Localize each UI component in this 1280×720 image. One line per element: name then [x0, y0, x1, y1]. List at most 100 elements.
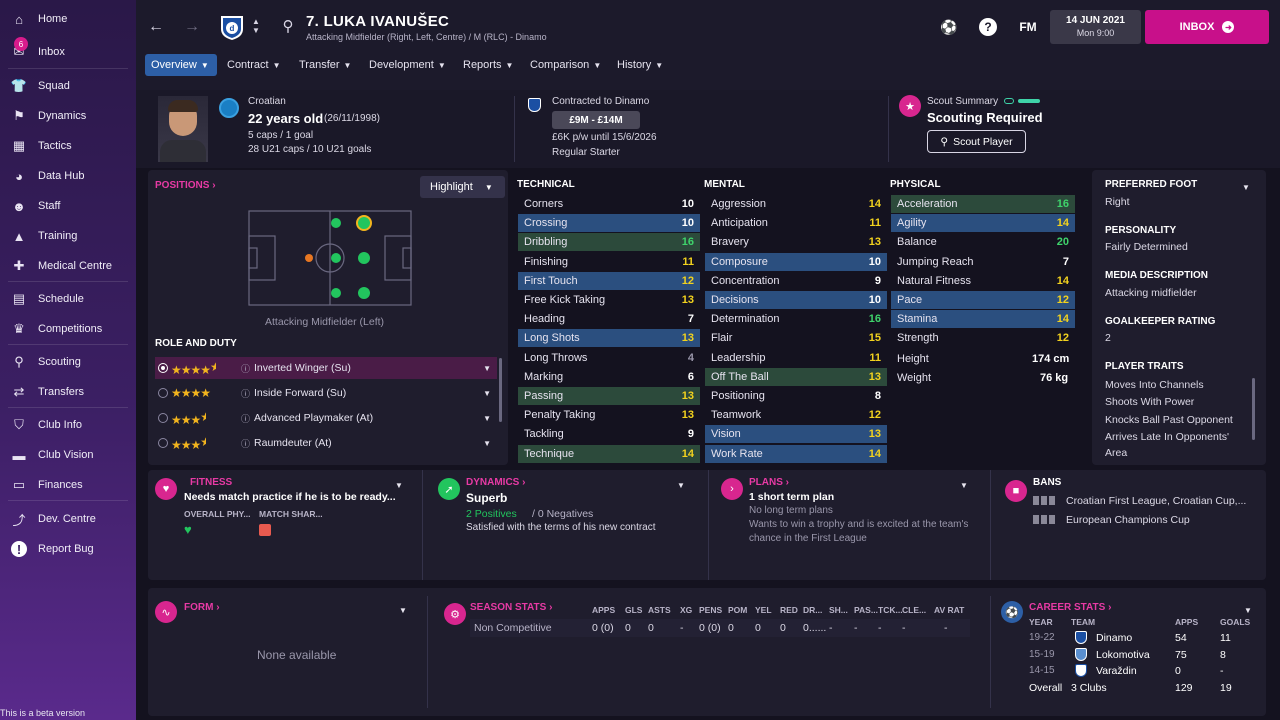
attribute-row[interactable]: Tackling 9	[518, 425, 700, 443]
dynamics-positives[interactable]: 2 Positives	[466, 508, 517, 520]
chevron-down-icon[interactable]: ▼	[483, 364, 491, 373]
sidebar-item-home[interactable]: ⌂ Home	[0, 6, 136, 32]
chevron-down-icon[interactable]: ▼	[1242, 183, 1250, 192]
chevron-down-icon[interactable]: ▼	[960, 481, 968, 490]
sidebar-item-medical-centre[interactable]: ✚ Medical Centre	[0, 253, 136, 279]
attribute-row[interactable]: Vision 13	[705, 425, 887, 444]
attribute-row[interactable]: Off The Ball 13	[705, 367, 887, 386]
sidebar-item-transfers[interactable]: ⇄ Transfers	[0, 379, 136, 405]
chevron-down-icon[interactable]: ▼	[483, 389, 491, 398]
attribute-row[interactable]: Crossing 10	[518, 214, 700, 233]
season-stat-header[interactable]: AV RAT	[934, 605, 964, 615]
highlight-dropdown[interactable]: Highlight ▼	[420, 176, 505, 198]
sidebar-item-dynamics[interactable]: ⚑ Dynamics	[0, 103, 136, 129]
season-stats-title[interactable]: SEASON STATS ›	[470, 602, 552, 613]
tab-development[interactable]: Development ▼	[363, 54, 452, 76]
attribute-row[interactable]: Corners 10	[518, 195, 700, 213]
attribute-row[interactable]: Long Throws 4	[518, 349, 700, 367]
season-stat-header[interactable]: POM	[728, 605, 747, 615]
sidebar-item-scouting[interactable]: ⚲ Scouting	[0, 349, 136, 375]
sidebar-item-inbox[interactable]: ✉ 6 Inbox	[0, 37, 136, 65]
traits-scrollbar[interactable]	[1252, 378, 1255, 440]
attribute-row[interactable]: Composure 10	[705, 252, 887, 271]
tab-transfer[interactable]: Transfer ▼	[293, 54, 357, 76]
attribute-row[interactable]: Long Shots 13	[518, 329, 700, 348]
search-icon[interactable]: ⚲	[279, 17, 297, 35]
dynamics-negatives[interactable]: / 0 Negatives	[532, 508, 593, 520]
sidebar-item-data-hub[interactable]: ◕ Data Hub	[0, 163, 136, 189]
attribute-row[interactable]: Free Kick Taking 13	[518, 291, 700, 309]
back-arrow-icon[interactable]: ←	[148, 18, 164, 36]
roles-scrollbar[interactable]	[499, 358, 502, 422]
attribute-row[interactable]: Technique 14	[518, 444, 700, 463]
attribute-row[interactable]: Teamwork 12	[705, 406, 887, 424]
attribute-row[interactable]: Flair 15	[705, 329, 887, 347]
season-stat-header[interactable]: GLS	[625, 605, 642, 615]
help-icon[interactable]: ?	[979, 18, 997, 36]
forward-arrow-icon[interactable]: →	[184, 18, 200, 36]
attribute-row[interactable]: Work Rate 14	[705, 444, 887, 463]
season-stat-header[interactable]: PENS	[699, 605, 722, 615]
season-stat-header[interactable]: CLE...	[902, 605, 926, 615]
tab-contract[interactable]: Contract ▼	[221, 54, 287, 76]
attribute-row[interactable]: Anticipation 11	[705, 214, 887, 232]
attribute-row[interactable]: Decisions 10	[705, 291, 887, 309]
attribute-row[interactable]: Finishing 11	[518, 253, 700, 271]
attribute-row[interactable]: Jumping Reach 7	[891, 253, 1075, 271]
season-stat-header[interactable]: SH...	[829, 605, 848, 615]
player-switch-chevrons-icon[interactable]: ▲ ▼	[251, 15, 261, 37]
sidebar-item-club-info[interactable]: ⛉ Club Info	[0, 412, 136, 438]
sidebar-item-club-vision[interactable]: ▬ Club Vision	[0, 442, 136, 468]
attribute-row[interactable]: Concentration 9	[705, 272, 887, 290]
sidebar-item-report-bug[interactable]: ! Report Bug	[0, 536, 136, 562]
season-stat-header[interactable]: PAS...	[854, 605, 878, 615]
sidebar-item-tactics[interactable]: ▦ Tactics	[0, 133, 136, 159]
inbox-continue-button[interactable]: INBOX ➜	[1145, 10, 1269, 44]
attribute-row[interactable]: Leadership 11	[705, 349, 887, 367]
chevron-down-icon[interactable]: ▼	[1244, 606, 1252, 615]
attribute-row[interactable]: Determination 16	[705, 310, 887, 328]
attribute-row[interactable]: Marking 6	[518, 368, 700, 386]
tab-reports[interactable]: Reports ▼	[457, 54, 519, 76]
career-team[interactable]: Lokomotiva	[1096, 649, 1150, 661]
tab-comparison[interactable]: Comparison ▼	[524, 54, 607, 76]
season-stat-header[interactable]: XG	[680, 605, 692, 615]
date-display[interactable]: 14 JUN 2021 Mon 9:00	[1050, 10, 1141, 44]
attribute-row[interactable]: Balance 20	[891, 233, 1075, 251]
career-team[interactable]: Dinamo	[1096, 632, 1132, 644]
chevron-down-icon[interactable]: ▼	[483, 414, 491, 423]
sidebar-item-dev-centre[interactable]: ⤴ Dev. Centre	[0, 506, 136, 532]
info-icon[interactable]: ⓘ	[241, 437, 250, 450]
attribute-row[interactable]: Dribbling 16	[518, 233, 700, 252]
role-row[interactable]: ★★★★ ⓘ Advanced Playmaker (At) ▼	[155, 407, 497, 429]
attribute-row[interactable]: Bravery 13	[705, 233, 887, 251]
chevron-down-icon[interactable]: ▼	[483, 439, 491, 448]
attribute-row[interactable]: First Touch 12	[518, 271, 700, 290]
attribute-row[interactable]: Aggression 14	[705, 195, 887, 213]
plans-title[interactable]: PLANS ›	[749, 477, 789, 488]
season-stat-header[interactable]: APPS	[592, 605, 615, 615]
role-radio[interactable]	[158, 438, 168, 448]
fitness-title[interactable]: FITNESS	[190, 477, 232, 488]
chevron-down-icon[interactable]: ▼	[677, 481, 685, 490]
role-row[interactable]: ★★★★ ⓘ Inside Forward (Su) ▼	[155, 382, 497, 404]
fm-menu-button[interactable]: FM	[1016, 19, 1040, 35]
role-row[interactable]: ★★★★ ⓘ Raumdeuter (At) ▼	[155, 432, 497, 454]
sidebar-item-squad[interactable]: 👕 Squad	[0, 73, 136, 99]
role-radio[interactable]	[158, 413, 168, 423]
club-crest-icon[interactable]: d	[219, 13, 245, 41]
attribute-row[interactable]: Strength 12	[891, 329, 1075, 347]
tab-history[interactable]: History ▼	[611, 54, 669, 76]
season-stat-header[interactable]: RED	[780, 605, 798, 615]
attribute-row[interactable]: Natural Fitness 14	[891, 272, 1075, 290]
positions-title[interactable]: POSITIONS ›	[155, 180, 216, 191]
attribute-row[interactable]: Agility 14	[891, 214, 1075, 233]
sidebar-item-schedule[interactable]: ▤ Schedule	[0, 286, 136, 312]
role-radio[interactable]	[158, 388, 168, 398]
role-row[interactable]: ★★★★★ ⓘ Inverted Winger (Su) ▼	[155, 357, 497, 379]
attribute-row[interactable]: Acceleration 16	[891, 195, 1075, 213]
dynamics-title[interactable]: DYNAMICS ›	[466, 477, 525, 488]
scout-player-button[interactable]: ⚲ Scout Player	[927, 130, 1026, 153]
chevron-down-icon[interactable]: ▼	[395, 481, 403, 490]
attribute-row[interactable]: Pace 12	[891, 291, 1075, 309]
